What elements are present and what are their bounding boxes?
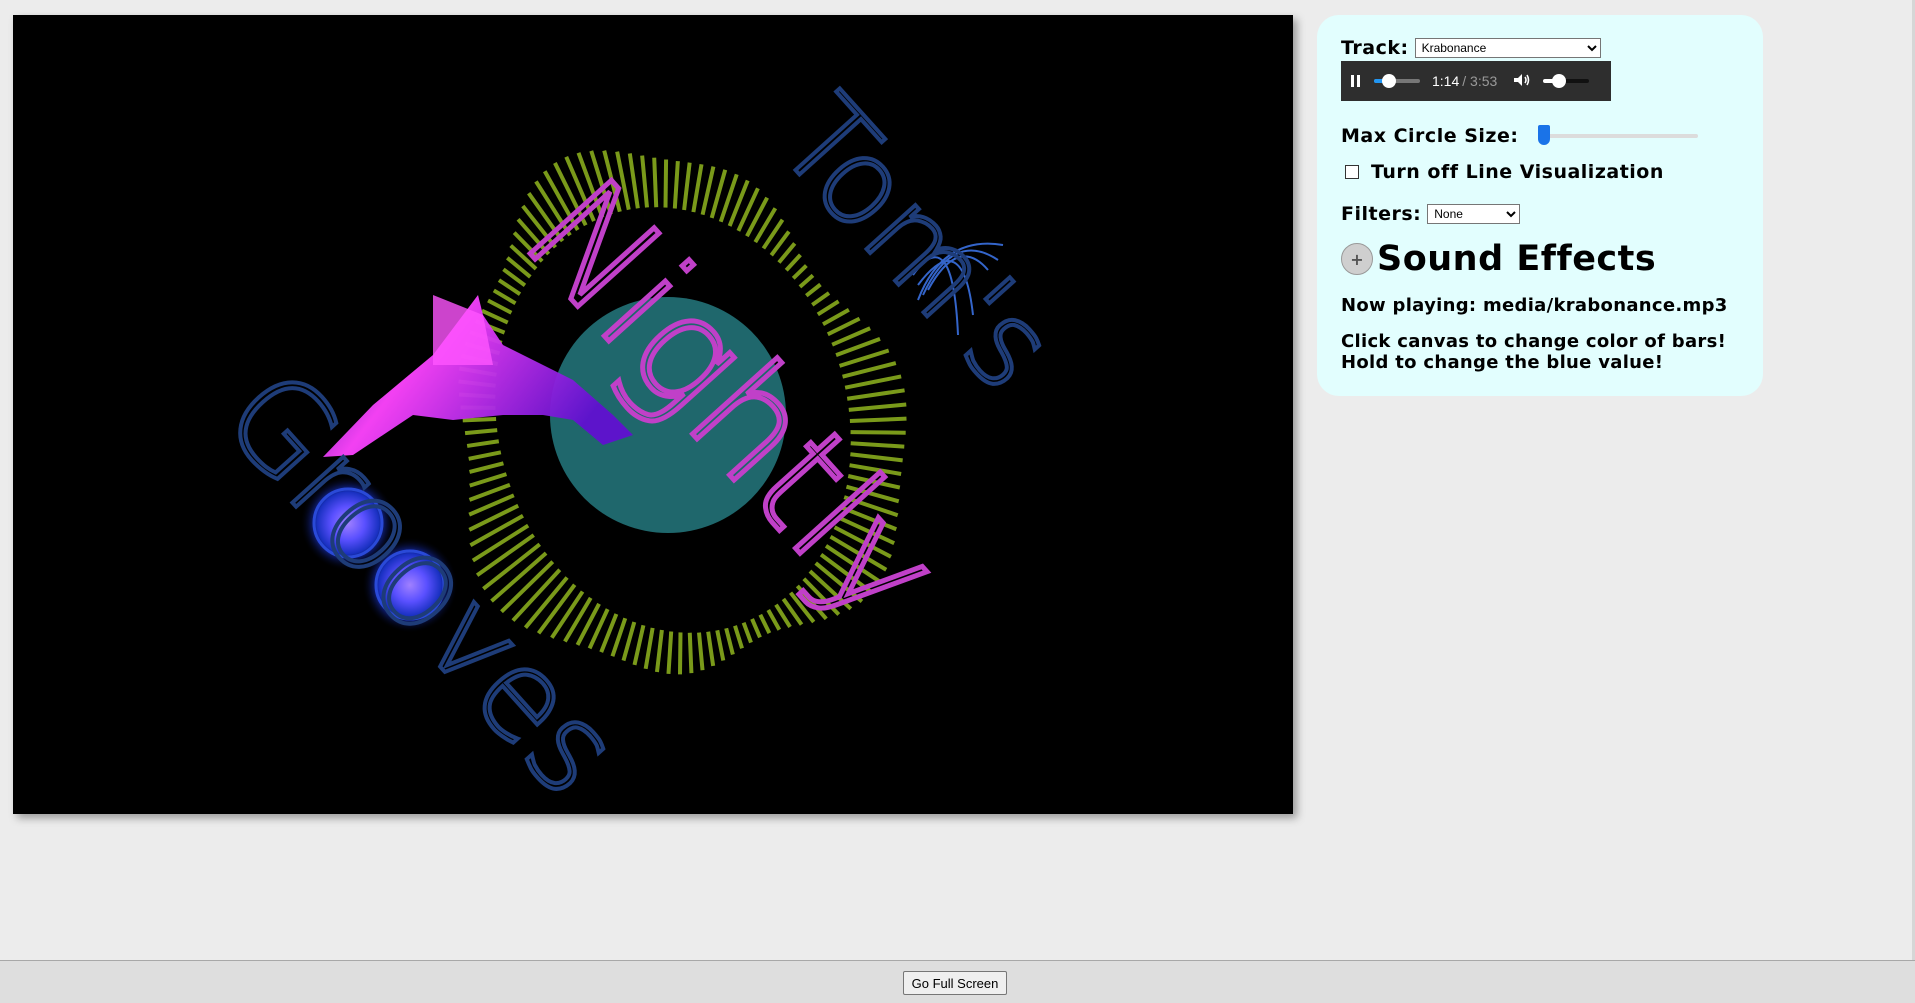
visualizer-canvas[interactable]: Tom's Nightly Grooves: [13, 15, 1293, 814]
max-circle-label: Max Circle Size:: [1341, 125, 1519, 147]
frequency-bar: [492, 288, 517, 306]
frequency-bar: [822, 307, 850, 327]
frequency-bar: [654, 629, 664, 673]
frequency-bar: [632, 624, 646, 666]
frequency-bar: [469, 472, 508, 488]
filters-select[interactable]: None: [1427, 204, 1521, 224]
hint-line-1: Click canvas to change color of bars!: [1341, 331, 1727, 352]
sound-effects-title: Sound Effects: [1377, 239, 1657, 279]
bottom-bar: Go Full Screen: [0, 960, 1915, 1003]
frequency-bar: [697, 632, 705, 671]
volume-handle[interactable]: [1552, 74, 1567, 88]
hint-text: Click canvas to change color of bars! Ho…: [1341, 331, 1739, 373]
frequency-bar: [741, 621, 753, 644]
control-panel: Track: Krabonance 1:14 / 3:53 Max Circle…: [1317, 15, 1763, 396]
frequency-bar: [777, 242, 797, 264]
frequency-bar: [466, 439, 500, 448]
line-viz-label: Turn off Line Visualization: [1371, 161, 1664, 183]
frequency-bar: [715, 629, 726, 661]
frequency-bar: [464, 428, 498, 436]
frequency-bar: [842, 361, 897, 379]
frequency-bar: [468, 450, 502, 461]
frequency-bar: [487, 298, 513, 315]
hint-line-2: Hold to change the blue value!: [1341, 352, 1664, 373]
seek-handle[interactable]: [1381, 74, 1396, 88]
filters-label: Filters:: [1341, 203, 1422, 225]
track-label: Track:: [1341, 37, 1409, 59]
frequency-bar: [469, 461, 504, 474]
frequency-bar: [621, 621, 637, 662]
frequency-bar: [643, 627, 655, 670]
max-circle-row: Max Circle Size:: [1341, 125, 1739, 147]
line-viz-row: Turn off Line Visualization: [1341, 161, 1739, 183]
frequency-bar: [811, 291, 831, 307]
fullscreen-button[interactable]: Go Full Screen: [903, 971, 1007, 995]
duration: / 3:53: [1462, 73, 1498, 89]
frequency-bar: [682, 162, 692, 211]
frequency-bar: [846, 388, 905, 401]
frequency-bar: [563, 596, 593, 643]
frequency-bar: [784, 253, 802, 272]
frequency-bar: [844, 374, 902, 390]
frequency-bar: [750, 618, 762, 639]
frequency-bar: [805, 282, 822, 298]
frequency-bar: [700, 166, 716, 216]
frequency-bar: [733, 625, 744, 649]
max-circle-slider[interactable]: [1538, 125, 1699, 145]
audio-player: 1:14 / 3:53: [1341, 61, 1611, 101]
frequency-bar: [848, 402, 907, 412]
track-select[interactable]: Krabonance: [1414, 38, 1601, 58]
pause-icon[interactable]: [1351, 75, 1360, 87]
max-circle-slider-handle[interactable]: [1538, 125, 1551, 145]
frequency-bar: [798, 273, 815, 289]
sound-effects-row: + Sound Effects: [1341, 239, 1739, 279]
frequency-bar: [706, 631, 716, 667]
speaker-icon[interactable]: [1513, 73, 1531, 90]
filters-row: Filters: None: [1341, 203, 1739, 225]
now-playing: Now playing: media/krabonance.mp3: [1341, 295, 1728, 316]
frequency-bar: [691, 163, 704, 213]
frequency-bar: [791, 264, 808, 280]
current-time: 1:14: [1432, 73, 1460, 89]
frequency-bar: [672, 160, 680, 209]
frequency-bar: [462, 417, 497, 423]
visualizer-svg[interactable]: Tom's Nightly Grooves: [13, 15, 1293, 814]
seek-bar[interactable]: [1374, 74, 1420, 88]
frequency-bar: [816, 299, 840, 317]
plus-icon[interactable]: +: [1341, 243, 1373, 275]
frequency-bar: [758, 613, 772, 635]
volume-slider[interactable]: [1543, 74, 1590, 88]
frequency-bar: [687, 632, 694, 674]
frequency-bar: [666, 631, 674, 675]
track-row: Track: Krabonance: [1341, 37, 1739, 59]
frequency-bar: [724, 627, 735, 655]
frequency-bar: [766, 609, 782, 631]
line-viz-checkbox[interactable]: [1345, 165, 1359, 179]
